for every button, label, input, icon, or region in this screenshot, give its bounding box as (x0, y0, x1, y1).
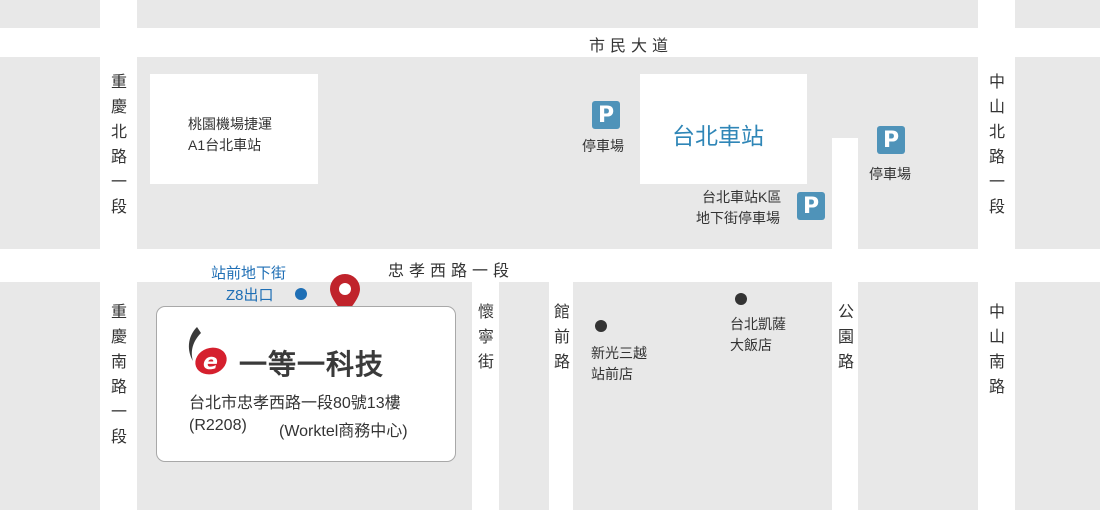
company-business-center: (Worktel商務中心) (279, 423, 408, 440)
label-airport-mrt-line2: A1台北車站 (188, 137, 262, 153)
block-mid-c (1015, 57, 1100, 249)
label-sheraton-line2: 大飯店 (730, 337, 772, 353)
block-low-a (0, 282, 100, 510)
company-logo-icon: e (188, 327, 227, 375)
parking-icon-2: P (877, 126, 905, 154)
label-sheraton-line1: 台北凱薩 (730, 316, 786, 332)
parking-icon-k-area: P (797, 192, 825, 220)
label-taipei-station: 台北車站 (672, 123, 764, 149)
label-k-area-line1: 台北車站K區 (702, 189, 782, 205)
road-label-zhongxiao: 忠孝西路一段 (388, 263, 515, 280)
company-logo-letter: e (203, 350, 218, 375)
road-label-huaining: 懷寧街 (477, 304, 494, 371)
block-low-f (1015, 282, 1100, 510)
exit-dot-icon (295, 288, 307, 300)
label-underground-exit-line2: Z8出口 (226, 287, 274, 304)
label-underground-exit-line1: 站前地下街 (211, 265, 287, 282)
company-info-card: e 一等一科技 台北市忠孝西路一段80號13樓 (R2208) (Worktel… (156, 306, 456, 462)
label-k-area-line2: 地下街停車場 (696, 210, 780, 226)
company-address: 台北市忠孝西路一段80號13樓 (189, 395, 401, 412)
road-label-guanqian: 館前路 (553, 304, 570, 371)
road-gongyuan-upper (832, 138, 858, 249)
road-label-zhongshan-north: 中山北路一段 (988, 74, 1005, 216)
label-mitsukoshi-line2: 站前店 (591, 366, 633, 382)
company-name: 一等一科技 (239, 349, 385, 380)
company-room: (R2208) (189, 417, 247, 434)
label-mitsukoshi-line1: 新光三越 (591, 345, 647, 361)
block-top-b (137, 0, 978, 28)
block-mid-a (0, 57, 100, 249)
label-parking-1: 停車場 (582, 138, 624, 154)
road-label-shimin: 市民大道 (589, 38, 674, 55)
road-label-zhongshan-south: 中山南路 (988, 304, 1005, 396)
label-airport-mrt-line1: 桃園機場捷運 (188, 116, 272, 132)
block-low-e (858, 282, 978, 510)
road-label-chongqing-south: 重慶南路一段 (110, 304, 127, 446)
label-parking-2: 停車場 (869, 166, 911, 182)
block-low-d (573, 282, 832, 510)
road-label-chongqing-north: 重慶北路一段 (110, 74, 127, 216)
parking-icon-1: P (592, 101, 620, 129)
sheraton-marker-icon (735, 293, 747, 305)
block-top-a (0, 0, 100, 28)
mitsukoshi-marker-icon (595, 320, 607, 332)
road-label-gongyuan: 公園路 (837, 304, 854, 371)
block-top-c (1015, 0, 1100, 28)
